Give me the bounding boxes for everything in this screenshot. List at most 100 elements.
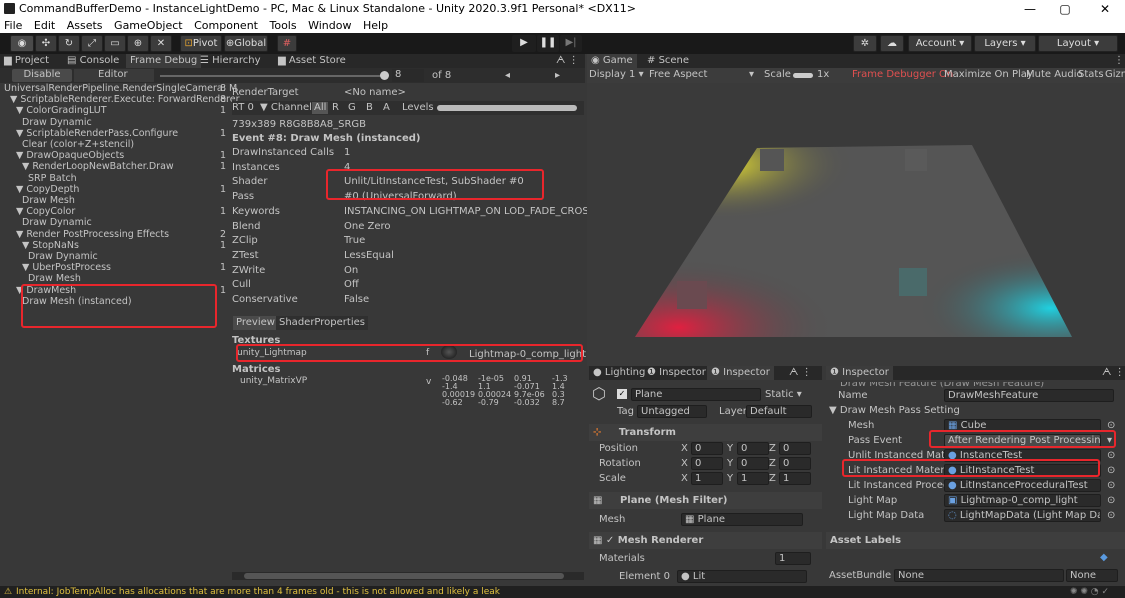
- tab-inspector-right[interactable]: ❶ Inspector: [826, 366, 893, 380]
- tree-row[interactable]: ▼ ScriptableRenderer.Execute: ForwardRen…: [10, 94, 240, 106]
- tree-row[interactable]: Clear (color+Z+stencil): [22, 139, 134, 151]
- static-toggle[interactable]: Static ▾: [765, 389, 802, 401]
- active-checkbox[interactable]: ✓: [617, 389, 627, 399]
- layers-dropdown[interactable]: Layers ▾: [974, 35, 1036, 52]
- play-button[interactable]: ▶: [512, 35, 536, 52]
- channels-dropdown[interactable]: ▼ Channels: [260, 102, 317, 114]
- tab-inspector-2[interactable]: ❶ Inspector: [707, 366, 774, 380]
- stats-toggle[interactable]: Stats: [1078, 69, 1104, 81]
- cloud-icon[interactable]: ☁: [880, 35, 904, 52]
- assetbundle-dropdown[interactable]: None: [894, 569, 1064, 582]
- transform-z-field[interactable]: 0: [779, 442, 811, 455]
- tree-row[interactable]: Draw Mesh: [22, 195, 75, 207]
- transform-x-field[interactable]: 0: [691, 442, 723, 455]
- tab-asset-store[interactable]: ▆ Asset Store: [274, 54, 350, 68]
- event-index-field[interactable]: 8: [392, 69, 424, 82]
- minimize-button[interactable]: —: [1010, 0, 1050, 18]
- account-dropdown[interactable]: Account ▾: [908, 35, 972, 52]
- status-message[interactable]: Internal: JobTempAlloc has allocations t…: [16, 586, 500, 598]
- lock-icon[interactable]: ᗅ ⋮: [552, 54, 583, 68]
- tree-row[interactable]: SRP Batch: [28, 173, 77, 185]
- tab-game[interactable]: ◉ Game: [587, 54, 637, 68]
- global-toggle[interactable]: ⊕Global: [224, 35, 268, 52]
- move-tool-icon[interactable]: ✣: [35, 35, 57, 52]
- pivot-toggle[interactable]: ⊡Pivot: [180, 35, 222, 52]
- game-menu-icon[interactable]: ⋮: [1110, 54, 1125, 68]
- prev-event-button[interactable]: ◂: [505, 70, 510, 82]
- mute-audio[interactable]: Mute Audio: [1026, 69, 1083, 81]
- tab-console[interactable]: ▤ Console: [63, 54, 123, 68]
- tab-inspector-1[interactable]: ❶ Inspector: [643, 366, 710, 380]
- object-picker-icon[interactable]: ⊙: [1107, 495, 1115, 507]
- rect-tool-icon[interactable]: ▭: [104, 35, 126, 52]
- transform-y-field[interactable]: 0: [737, 442, 769, 455]
- tree-row[interactable]: ▼ DrawOpaqueObjects: [16, 150, 124, 162]
- menu-help[interactable]: Help: [363, 19, 388, 32]
- transform-tool-icon[interactable]: ⊕: [127, 35, 149, 52]
- transform-y-field[interactable]: 0: [737, 457, 769, 470]
- channel-r[interactable]: R: [332, 102, 339, 114]
- tree-row[interactable]: Draw Dynamic: [28, 251, 98, 263]
- tab-frame-debug[interactable]: Frame Debug: [126, 54, 202, 68]
- setting-field[interactable]: ● LitInstanceProceduralTest: [944, 479, 1101, 492]
- setting-field[interactable]: ◌ LightMapData (Light Map Data): [944, 509, 1101, 522]
- rotate-tool-icon[interactable]: ↻: [58, 35, 80, 52]
- tree-row[interactable]: ▼ Render PostProcessing Effects: [16, 229, 169, 241]
- tree-row[interactable]: UniversalRenderPipeline.RenderSingleCame…: [4, 83, 237, 95]
- materials-label[interactable]: Materials: [599, 553, 645, 565]
- maximize-button[interactable]: ▢: [1045, 0, 1085, 18]
- channel-b[interactable]: B: [366, 102, 373, 114]
- game-viewport[interactable]: [587, 83, 1125, 366]
- tab-project[interactable]: ▆ Project: [0, 54, 53, 68]
- object-picker-icon[interactable]: ⊙: [1107, 480, 1115, 492]
- tab-shader-properties[interactable]: ShaderProperties: [276, 316, 368, 330]
- tab-preview[interactable]: Preview: [233, 316, 278, 330]
- channel-a[interactable]: A: [383, 102, 390, 114]
- menu-file[interactable]: File: [4, 19, 22, 32]
- tree-row[interactable]: ▼ RenderLoopNewBatcher.Draw: [22, 161, 174, 173]
- scale-slider[interactable]: [793, 73, 813, 78]
- maximize-on-play[interactable]: Maximize On Play: [944, 69, 1033, 81]
- object-picker-icon[interactable]: ⊙: [1107, 450, 1115, 462]
- name-field[interactable]: DrawMeshFeature: [944, 389, 1114, 402]
- mid-lock-icon[interactable]: ᗅ ⋮: [785, 366, 816, 380]
- mesh-filter-header[interactable]: ▦ Plane (Mesh Filter): [589, 492, 822, 509]
- horizontal-scrollbar[interactable]: [232, 572, 584, 580]
- object-picker-icon[interactable]: ⊙: [1107, 465, 1115, 477]
- editor-dropdown[interactable]: Editor: [74, 69, 154, 82]
- tag-dropdown[interactable]: Untagged: [637, 405, 707, 418]
- element0-field[interactable]: ● Lit: [677, 570, 807, 583]
- object-name-field[interactable]: Plane: [631, 388, 761, 401]
- tree-row[interactable]: ▼ UberPostProcess: [22, 262, 111, 274]
- menu-assets[interactable]: Assets: [67, 19, 103, 32]
- menu-edit[interactable]: Edit: [34, 19, 55, 32]
- display-dropdown[interactable]: Display 1 ▾: [589, 69, 644, 81]
- mesh-field[interactable]: ▦ Plane: [681, 513, 803, 526]
- tab-hierarchy[interactable]: ☰ Hierarchy: [196, 54, 265, 68]
- custom-tool-icon[interactable]: ✕: [150, 35, 172, 52]
- transform-y-field[interactable]: 1: [737, 472, 769, 485]
- pause-button[interactable]: ❚❚: [537, 35, 559, 52]
- transform-x-field[interactable]: 1: [691, 472, 723, 485]
- close-button[interactable]: ✕: [1085, 0, 1125, 18]
- channel-g[interactable]: G: [348, 102, 356, 114]
- scale-tool-icon[interactable]: ⤢: [81, 35, 103, 52]
- mesh-renderer-header[interactable]: ▦ ✓ Mesh Renderer: [589, 532, 822, 549]
- event-slider-track[interactable]: [160, 75, 382, 77]
- tree-row[interactable]: Draw Dynamic: [22, 217, 92, 229]
- rt-dropdown[interactable]: RT 0: [232, 102, 254, 114]
- event-slider-handle[interactable]: [380, 71, 389, 80]
- transform-header[interactable]: ⊹ Transform: [589, 424, 822, 441]
- asset-labels-header[interactable]: Asset Labels: [826, 532, 1125, 549]
- layer-dropdown[interactable]: Default: [746, 405, 812, 418]
- menu-window[interactable]: Window: [308, 19, 351, 32]
- setting-field[interactable]: ▣ Lightmap-0_comp_light: [944, 494, 1101, 507]
- materials-count[interactable]: 1: [775, 552, 811, 565]
- step-button[interactable]: ▶|: [560, 35, 582, 52]
- layout-dropdown[interactable]: Layout ▾: [1038, 35, 1118, 52]
- view-tool-icon[interactable]: ◉: [10, 35, 34, 52]
- tree-row[interactable]: Draw Dynamic: [22, 117, 92, 129]
- levels-slider[interactable]: [437, 105, 577, 111]
- right-lock-icon[interactable]: ᗅ ⋮: [1098, 366, 1125, 380]
- menu-gameobject[interactable]: GameObject: [114, 19, 183, 32]
